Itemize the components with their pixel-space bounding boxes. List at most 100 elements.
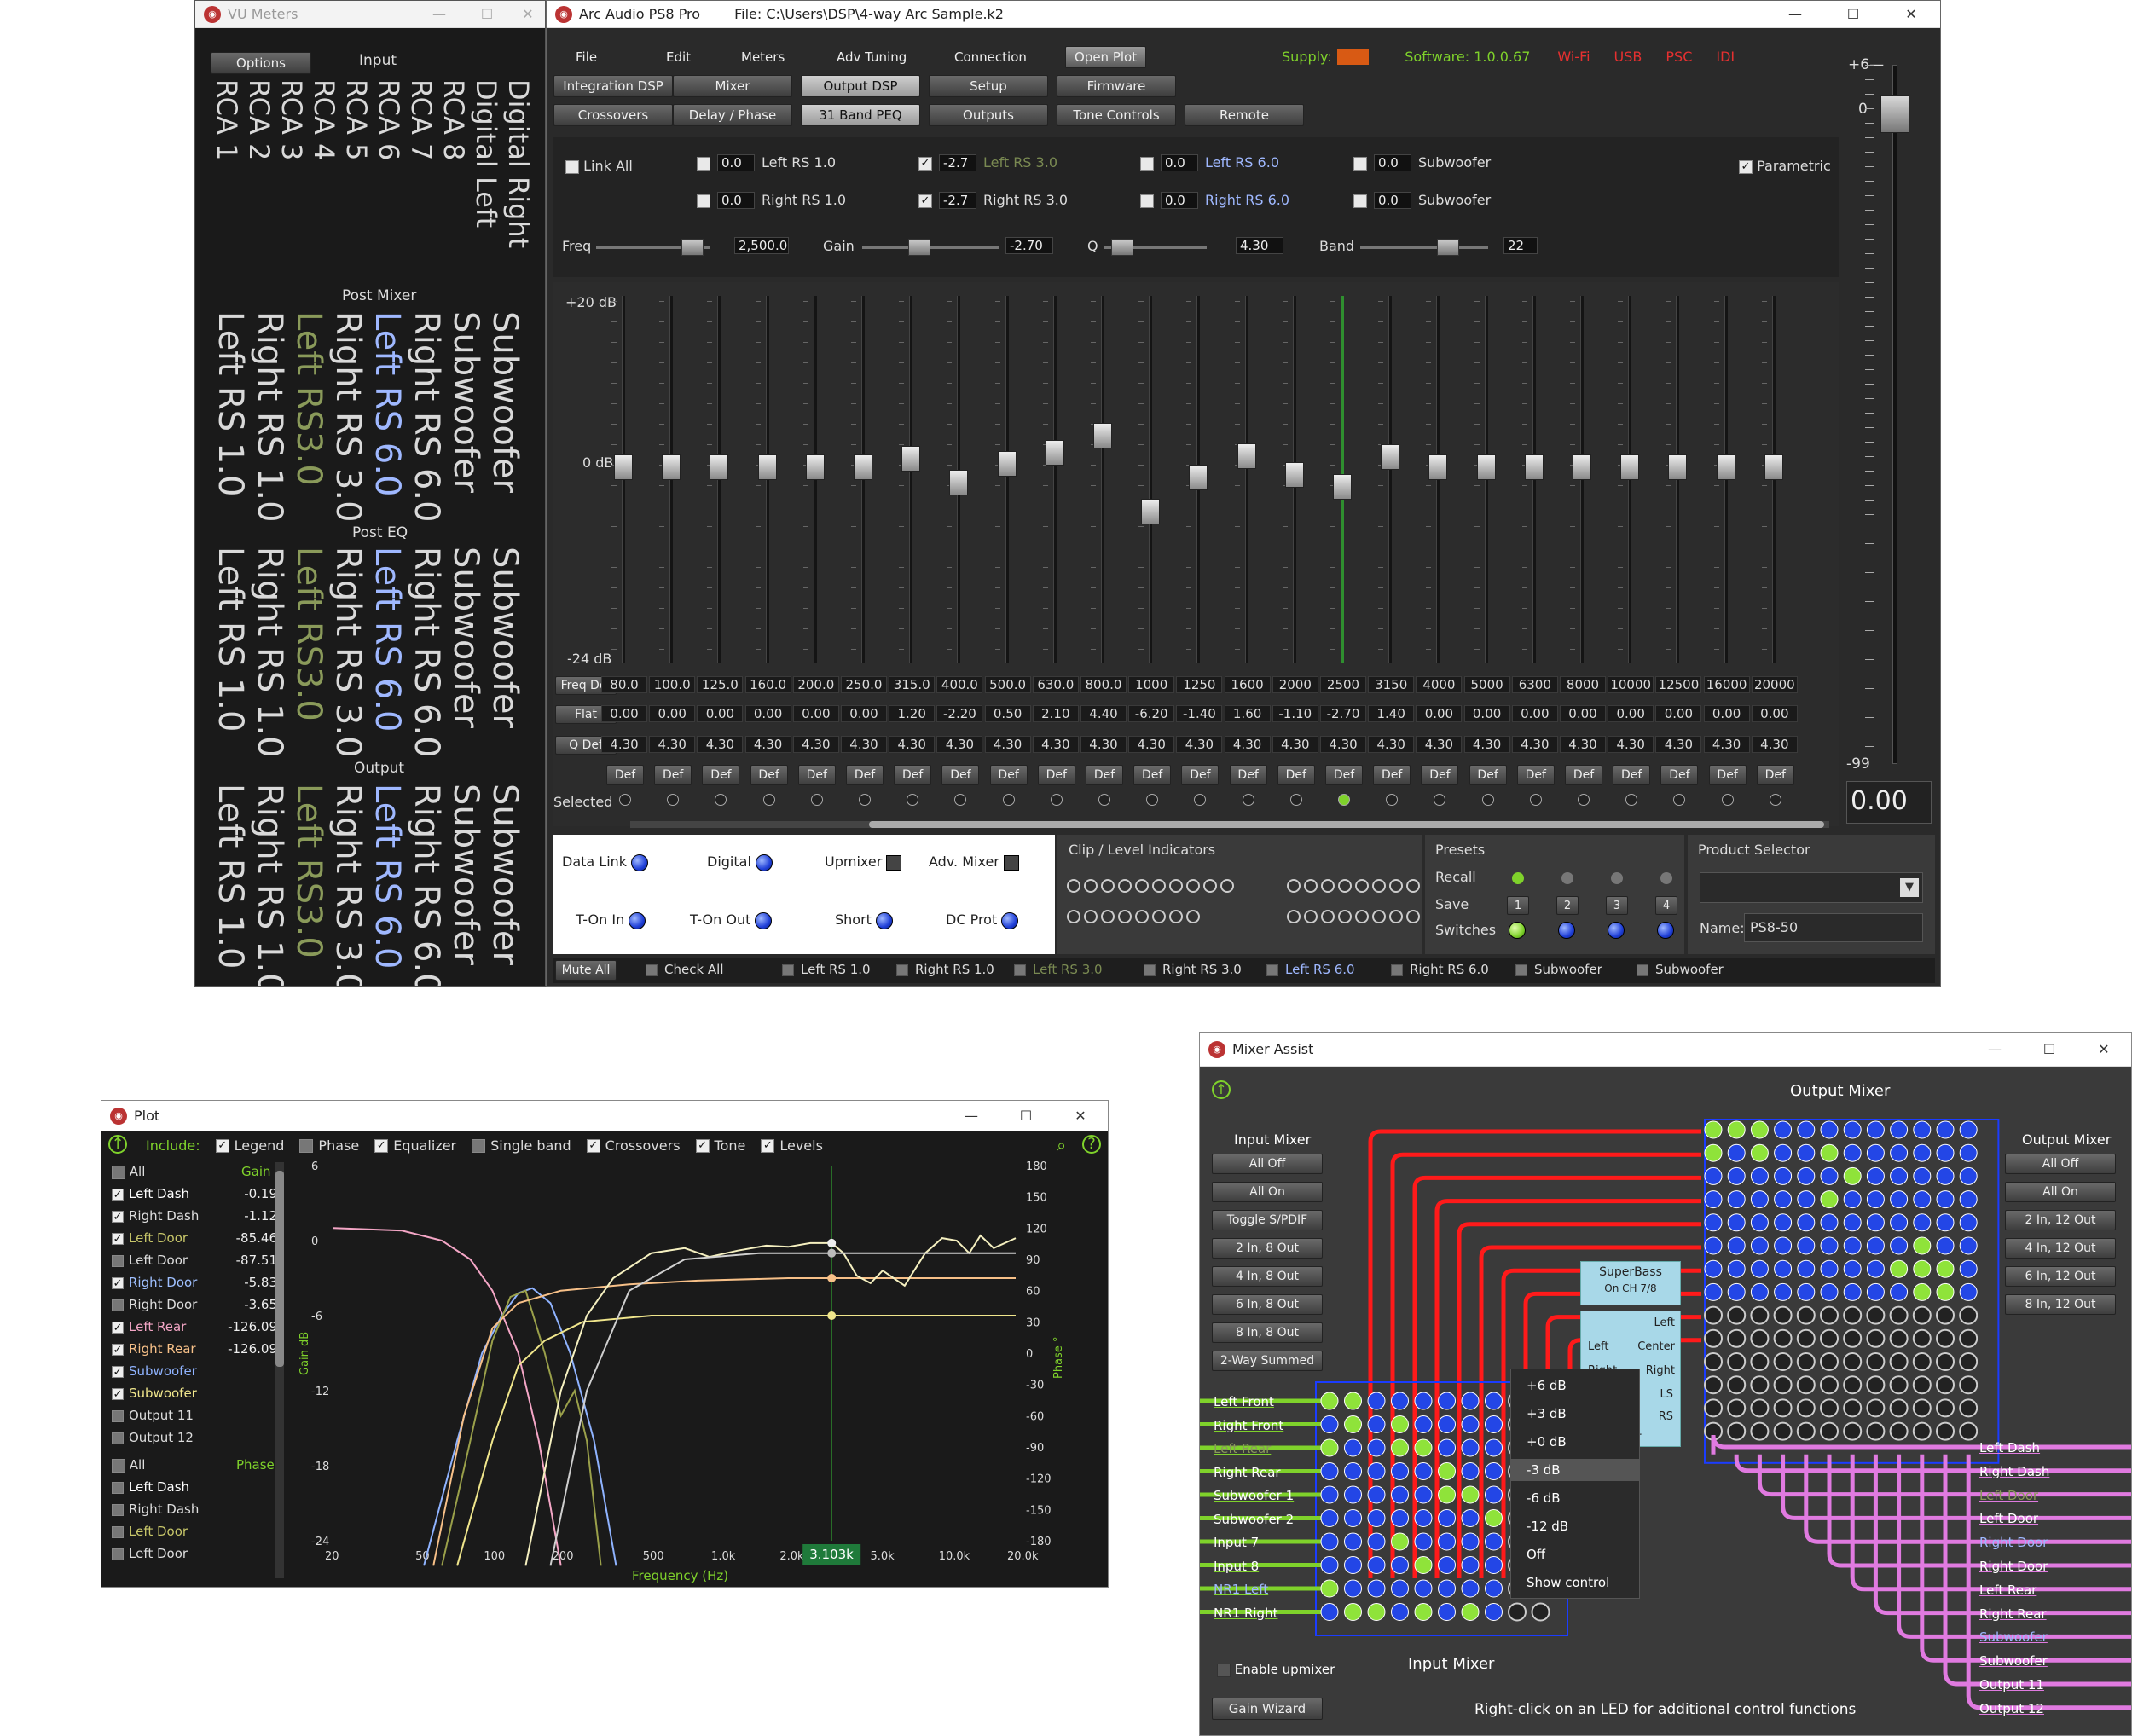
output-mixer-led[interactable] <box>1750 1236 1769 1255</box>
eq-freq-cell[interactable]: 800.0 <box>1080 676 1127 693</box>
output-mixer-led[interactable] <box>1820 1375 1839 1395</box>
link-offset-value[interactable]: 0.0 <box>717 154 755 171</box>
output-mixer-led[interactable] <box>1959 1328 1978 1348</box>
eq-freq-cell[interactable]: 2000 <box>1272 676 1318 693</box>
eq-def-button[interactable]: Def <box>1565 765 1602 785</box>
output-mixer-led[interactable] <box>1913 1143 1932 1162</box>
eq-select-radio[interactable] <box>907 794 919 806</box>
input-mixer-led[interactable] <box>1461 1509 1480 1527</box>
output-mixer-led[interactable] <box>1843 1375 1863 1395</box>
menu-adv-tuning[interactable]: Adv Tuning <box>828 46 915 68</box>
output-mixer-led[interactable] <box>1727 1421 1747 1441</box>
input-mixer-led[interactable] <box>1438 1556 1456 1574</box>
output-mixer-led[interactable] <box>1797 1236 1816 1255</box>
eq-q-cell[interactable]: 4.30 <box>841 736 887 753</box>
gain-legend-row[interactable]: ✓ Subwoofer <box>112 1363 282 1384</box>
output-mixer-led[interactable] <box>1866 1236 1885 1255</box>
output-mixer-led[interactable] <box>1912 1305 1932 1325</box>
eq-gain-cell[interactable]: 0.50 <box>984 705 1031 722</box>
output-mixer-led[interactable] <box>1750 1259 1769 1278</box>
eq-def-button[interactable]: Def <box>1613 765 1651 785</box>
output-mixer-led[interactable] <box>1843 1328 1863 1348</box>
eq-freq-cell[interactable]: 8000 <box>1560 676 1606 693</box>
gain-legend-row[interactable]: ✓ Right Dash -1.12 <box>112 1208 282 1229</box>
output-mixer-led[interactable] <box>1843 1166 1862 1185</box>
input-mixer-led[interactable] <box>1344 1509 1362 1527</box>
context-menu-item[interactable]: +3 dB <box>1511 1403 1639 1425</box>
eq-gain-cell[interactable]: 0.00 <box>1463 705 1510 722</box>
eq-select-radio[interactable] <box>859 794 871 806</box>
input-mixer-led[interactable] <box>1414 1532 1433 1551</box>
gain-value[interactable]: -2.70 <box>1005 237 1053 254</box>
input-mixer-led[interactable] <box>1344 1462 1362 1480</box>
eq-freq-cell[interactable]: 4000 <box>1416 676 1463 693</box>
eq-freq-cell[interactable]: 500.0 <box>984 676 1031 693</box>
gain-all-row[interactable]: All <box>112 1164 145 1179</box>
eq-freq-cell[interactable]: 100.0 <box>649 676 696 693</box>
context-menu-item[interactable]: +6 dB <box>1511 1374 1639 1397</box>
menu-open-plot[interactable]: Open Plot <box>1065 46 1147 68</box>
eq-fader-handle[interactable] <box>1620 454 1640 480</box>
mute-checkbox[interactable] <box>1014 963 1026 976</box>
eq-fader-handle[interactable] <box>1573 454 1591 480</box>
output-mixer-led[interactable] <box>1820 1328 1839 1348</box>
freq-value[interactable]: 2,500.0 <box>734 237 789 254</box>
output-channel-label[interactable]: Left Rear <box>1979 1583 2036 1598</box>
eq-gain-cell[interactable]: 0.00 <box>601 705 647 722</box>
legend-checkbox[interactable]: ✓ <box>112 1210 124 1223</box>
eq-def-button[interactable]: Def <box>1325 765 1363 785</box>
eq-freq-cell[interactable]: 200.0 <box>792 676 839 693</box>
input-mixer-led[interactable] <box>1367 1509 1386 1527</box>
eq-gain-cell[interactable]: 0.00 <box>1511 705 1558 722</box>
output-mixer-led[interactable] <box>1959 1143 1978 1162</box>
eq-fader-handle[interactable] <box>1668 454 1688 480</box>
output-mixer-led[interactable] <box>1820 1305 1839 1325</box>
eq-gain-cell[interactable]: 1.20 <box>889 705 936 722</box>
eq-q-cell[interactable]: 4.30 <box>1608 736 1654 753</box>
output-mixer-led[interactable] <box>1774 1213 1793 1232</box>
eq-def-button[interactable]: Def <box>1469 765 1507 785</box>
eq-freq-cell[interactable]: 16000 <box>1703 676 1750 693</box>
output-preset-button[interactable]: 4 In, 12 Out <box>2005 1238 2116 1259</box>
eq-fader-handle[interactable] <box>1141 498 1161 524</box>
channel-mute-toggle[interactable]: Left RS 1.0 <box>782 962 871 977</box>
input-mixer-led[interactable] <box>1367 1485 1386 1504</box>
output-mixer-led[interactable] <box>1936 1375 1955 1395</box>
help-icon[interactable]: ? <box>1082 1135 1101 1154</box>
output-channel-label[interactable]: Left Door <box>1979 1511 2038 1526</box>
input-mixer-led[interactable] <box>1391 1438 1409 1457</box>
input-mixer-led[interactable] <box>1391 1392 1409 1410</box>
input-mixer-led[interactable] <box>1485 1392 1503 1410</box>
gain-legend-row[interactable]: ✓ Subwoofer <box>112 1386 282 1406</box>
output-mixer-led[interactable] <box>1750 1213 1769 1232</box>
eq-select-radio[interactable] <box>1578 794 1590 806</box>
output-mixer-led[interactable] <box>1936 1421 1955 1441</box>
output-mixer-led[interactable] <box>1727 1375 1747 1395</box>
output-mixer-led[interactable] <box>1913 1282 1932 1301</box>
output-channel-label[interactable]: Subwoofer <box>1979 1629 2048 1645</box>
gain-legend-row[interactable]: ✓ Right Rear -126.09 <box>112 1341 282 1362</box>
output-mixer-led[interactable] <box>1773 1328 1793 1348</box>
input-mixer-led[interactable] <box>1485 1579 1503 1598</box>
preset-switch-led[interactable] <box>1608 922 1625 939</box>
eq-fader-handle[interactable] <box>1333 473 1352 500</box>
legend-checkbox[interactable] <box>112 1503 124 1516</box>
link-channel[interactable]: 0.0 Right RS 6.0 <box>1140 192 1289 209</box>
link-channel[interactable]: 0.0 Subwoofer <box>1353 154 1491 171</box>
output-mixer-led[interactable] <box>1913 1213 1932 1232</box>
eq-fader-handle[interactable] <box>1093 423 1112 449</box>
input-mixer-led[interactable] <box>1344 1485 1362 1504</box>
eq-freq-cell[interactable]: 315.0 <box>889 676 936 693</box>
eq-select-radio[interactable] <box>1002 794 1015 806</box>
output-mixer-led[interactable] <box>1890 1190 1909 1209</box>
link-all[interactable]: Link All <box>565 158 633 174</box>
eq-q-cell[interactable]: 4.30 <box>1560 736 1606 753</box>
input-mixer-led[interactable] <box>1391 1603 1409 1621</box>
input-mixer-led[interactable] <box>1391 1509 1409 1527</box>
output-mixer-led[interactable] <box>1889 1375 1909 1395</box>
input-mixer-led[interactable] <box>1485 1509 1503 1527</box>
tab-31-band-peq[interactable]: 31 Band PEQ <box>801 104 920 126</box>
output-mixer-led[interactable] <box>1820 1120 1839 1139</box>
output-mixer-led[interactable] <box>1866 1282 1885 1301</box>
eq-fader-handle[interactable] <box>1428 454 1448 480</box>
